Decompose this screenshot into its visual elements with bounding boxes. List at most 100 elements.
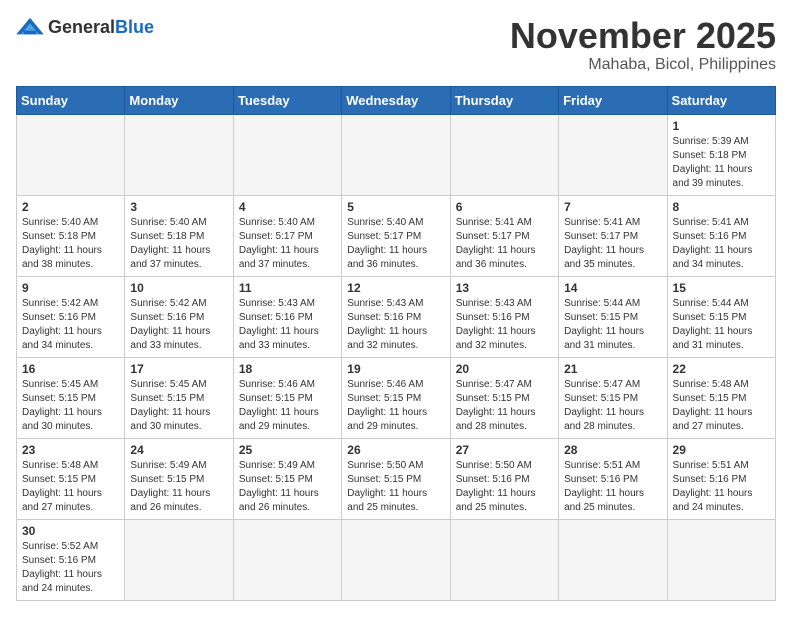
day-info: Sunrise: 5:49 AM Sunset: 5:15 PM Dayligh… — [239, 459, 336, 515]
calendar-cell: 26Sunrise: 5:50 AM Sunset: 5:15 PM Dayli… — [342, 438, 450, 519]
day-number: 25 — [239, 443, 336, 457]
day-info: Sunrise: 5:43 AM Sunset: 5:16 PM Dayligh… — [239, 297, 336, 353]
day-header-tuesday: Tuesday — [233, 86, 341, 114]
day-info: Sunrise: 5:50 AM Sunset: 5:16 PM Dayligh… — [456, 459, 553, 515]
day-number: 14 — [564, 281, 661, 295]
day-info: Sunrise: 5:44 AM Sunset: 5:15 PM Dayligh… — [564, 297, 661, 353]
day-number: 27 — [456, 443, 553, 457]
day-number: 17 — [130, 362, 227, 376]
day-info: Sunrise: 5:39 AM Sunset: 5:18 PM Dayligh… — [673, 135, 770, 191]
calendar-cell: 29 Sunrise: 5:51 AM Sunset: 5:16 PM Dayli… — [667, 438, 775, 519]
calendar-week-row: 1 Sunrise: 5:39 AM Sunset: 5:18 PM Daylig… — [17, 114, 776, 195]
calendar-cell: 16Sunrise: 5:45 AM Sunset: 5:15 PM Dayli… — [17, 357, 125, 438]
calendar-cell: 22 Sunrise: 5:48 AM Sunset: 5:15 PM Dayli… — [667, 357, 775, 438]
calendar-cell: 19 Sunrise: 5:46 AM Sunset: 5:15 PM Dayli… — [342, 357, 450, 438]
calendar-cell: 13Sunrise: 5:43 AM Sunset: 5:16 PM Dayli… — [450, 276, 558, 357]
calendar-week-row: 30 Sunrise: 5:52 AM Sunset: 5:16 PM Dayli… — [17, 519, 776, 600]
day-info: Sunrise: 5:48 AM Sunset: 5:15 PM Dayligh… — [673, 378, 770, 434]
day-number: 22 — [673, 362, 770, 376]
day-info: Sunrise: 5:41 AM Sunset: 5:16 PM Dayligh… — [673, 216, 770, 272]
calendar-cell: 8 Sunrise: 5:41 AM Sunset: 5:16 PM Daylig… — [667, 195, 775, 276]
calendar-cell: 24Sunrise: 5:49 AM Sunset: 5:15 PM Dayli… — [125, 438, 233, 519]
day-info: Sunrise: 5:40 AM Sunset: 5:17 PM Dayligh… — [239, 216, 336, 272]
day-number: 11 — [239, 281, 336, 295]
day-number: 3 — [130, 200, 227, 214]
calendar-cell: 9 Sunrise: 5:42 AM Sunset: 5:16 PM Daylig… — [17, 276, 125, 357]
day-header-friday: Friday — [559, 86, 667, 114]
day-number: 30 — [22, 524, 119, 538]
calendar-cell: 4 Sunrise: 5:40 AM Sunset: 5:17 PM Daylig… — [233, 195, 341, 276]
calendar-cell: 28 Sunrise: 5:51 AM Sunset: 5:16 PM Dayli… — [559, 438, 667, 519]
calendar-cell — [125, 114, 233, 195]
day-number: 2 — [22, 200, 119, 214]
calendar-header-row: SundayMondayTuesdayWednesdayThursdayFrid… — [17, 86, 776, 114]
logo-blue-text: Blue — [115, 17, 154, 37]
day-number: 21 — [564, 362, 661, 376]
day-number: 8 — [673, 200, 770, 214]
calendar-cell — [342, 519, 450, 600]
calendar-cell: 7 Sunrise: 5:41 AM Sunset: 5:17 PM Daylig… — [559, 195, 667, 276]
day-info: Sunrise: 5:52 AM Sunset: 5:16 PM Dayligh… — [22, 540, 119, 596]
day-info: Sunrise: 5:49 AM Sunset: 5:15 PM Dayligh… — [130, 459, 227, 515]
calendar-cell: 2 Sunrise: 5:40 AM Sunset: 5:18 PM Daylig… — [17, 195, 125, 276]
calendar-cell: 18 Sunrise: 5:46 AM Sunset: 5:15 PM Dayli… — [233, 357, 341, 438]
calendar-table: SundayMondayTuesdayWednesdayThursdayFrid… — [16, 86, 776, 601]
calendar-cell: 30 Sunrise: 5:52 AM Sunset: 5:16 PM Dayli… — [17, 519, 125, 600]
day-info: Sunrise: 5:42 AM Sunset: 5:16 PM Dayligh… — [130, 297, 227, 353]
day-number: 5 — [347, 200, 444, 214]
day-number: 13 — [456, 281, 553, 295]
calendar-cell — [233, 114, 341, 195]
day-info: Sunrise: 5:51 AM Sunset: 5:16 PM Dayligh… — [673, 459, 770, 515]
calendar-cell: 12Sunrise: 5:43 AM Sunset: 5:16 PM Dayli… — [342, 276, 450, 357]
day-info: Sunrise: 5:46 AM Sunset: 5:15 PM Dayligh… — [347, 378, 444, 434]
logo-general-text: General — [48, 17, 115, 37]
day-info: Sunrise: 5:42 AM Sunset: 5:16 PM Dayligh… — [22, 297, 119, 353]
calendar-cell — [450, 519, 558, 600]
day-number: 10 — [130, 281, 227, 295]
location-subtitle: Mahaba, Bicol, Philippines — [510, 56, 776, 74]
calendar-cell: 27 Sunrise: 5:50 AM Sunset: 5:16 PM Dayli… — [450, 438, 558, 519]
day-info: Sunrise: 5:50 AM Sunset: 5:15 PM Dayligh… — [347, 459, 444, 515]
day-number: 19 — [347, 362, 444, 376]
day-header-thursday: Thursday — [450, 86, 558, 114]
day-number: 18 — [239, 362, 336, 376]
day-info: Sunrise: 5:41 AM Sunset: 5:17 PM Dayligh… — [456, 216, 553, 272]
day-info: Sunrise: 5:45 AM Sunset: 5:15 PM Dayligh… — [22, 378, 119, 434]
day-number: 12 — [347, 281, 444, 295]
day-header-monday: Monday — [125, 86, 233, 114]
day-number: 28 — [564, 443, 661, 457]
day-number: 4 — [239, 200, 336, 214]
title-section: November 2025 Mahaba, Bicol, Philippines — [510, 16, 776, 74]
calendar-cell: 6 Sunrise: 5:41 AM Sunset: 5:17 PM Daylig… — [450, 195, 558, 276]
day-header-sunday: Sunday — [17, 86, 125, 114]
calendar-week-row: 9 Sunrise: 5:42 AM Sunset: 5:16 PM Daylig… — [17, 276, 776, 357]
calendar-cell — [233, 519, 341, 600]
calendar-cell — [125, 519, 233, 600]
day-info: Sunrise: 5:48 AM Sunset: 5:15 PM Dayligh… — [22, 459, 119, 515]
day-number: 29 — [673, 443, 770, 457]
day-info: Sunrise: 5:41 AM Sunset: 5:17 PM Dayligh… — [564, 216, 661, 272]
day-number: 1 — [673, 119, 770, 133]
day-info: Sunrise: 5:40 AM Sunset: 5:18 PM Dayligh… — [22, 216, 119, 272]
calendar-week-row: 16Sunrise: 5:45 AM Sunset: 5:15 PM Dayli… — [17, 357, 776, 438]
day-info: Sunrise: 5:46 AM Sunset: 5:15 PM Dayligh… — [239, 378, 336, 434]
calendar-cell: 1 Sunrise: 5:39 AM Sunset: 5:18 PM Daylig… — [667, 114, 775, 195]
calendar-cell: 15Sunrise: 5:44 AM Sunset: 5:15 PM Dayli… — [667, 276, 775, 357]
day-number: 9 — [22, 281, 119, 295]
day-info: Sunrise: 5:51 AM Sunset: 5:16 PM Dayligh… — [564, 459, 661, 515]
month-year-title: November 2025 — [510, 16, 776, 56]
day-info: Sunrise: 5:47 AM Sunset: 5:15 PM Dayligh… — [456, 378, 553, 434]
calendar-cell: 11 Sunrise: 5:43 AM Sunset: 5:16 PM Dayli… — [233, 276, 341, 357]
day-number: 7 — [564, 200, 661, 214]
header: GeneralBlue November 2025 Mahaba, Bicol,… — [16, 16, 776, 74]
calendar-cell — [559, 519, 667, 600]
calendar-week-row: 2 Sunrise: 5:40 AM Sunset: 5:18 PM Daylig… — [17, 195, 776, 276]
day-number: 6 — [456, 200, 553, 214]
day-header-saturday: Saturday — [667, 86, 775, 114]
calendar-cell: 3Sunrise: 5:40 AM Sunset: 5:18 PM Daylig… — [125, 195, 233, 276]
day-info: Sunrise: 5:44 AM Sunset: 5:15 PM Dayligh… — [673, 297, 770, 353]
calendar-week-row: 23Sunrise: 5:48 AM Sunset: 5:15 PM Dayli… — [17, 438, 776, 519]
calendar-cell: 25 Sunrise: 5:49 AM Sunset: 5:15 PM Dayli… — [233, 438, 341, 519]
calendar-cell — [559, 114, 667, 195]
day-header-wednesday: Wednesday — [342, 86, 450, 114]
